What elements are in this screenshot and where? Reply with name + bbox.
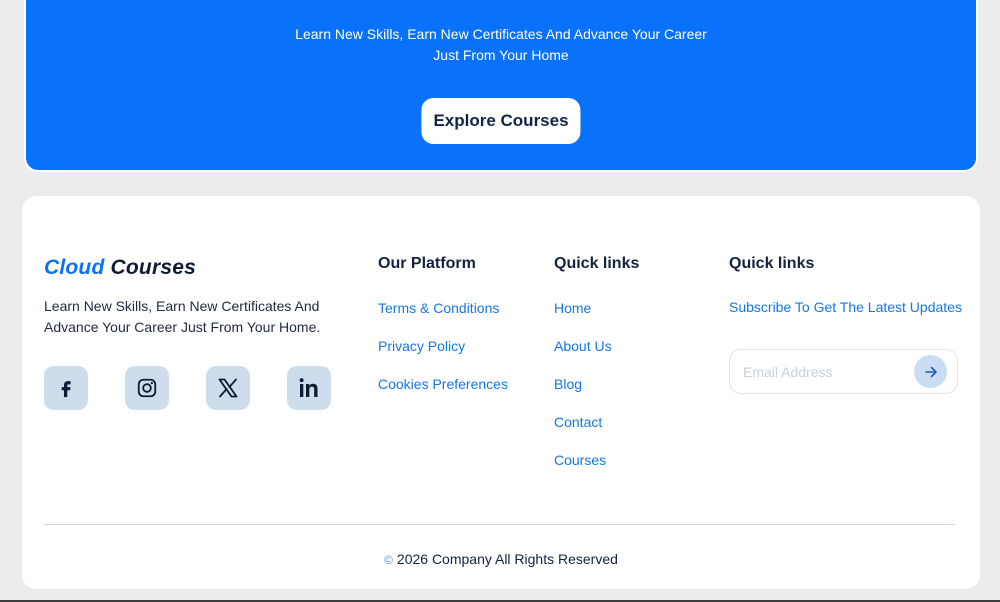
privacy-link[interactable]: Privacy Policy	[378, 337, 508, 355]
platform-title: Our Platform	[378, 255, 476, 272]
instagram-button[interactable]	[125, 366, 169, 410]
linkedin-button[interactable]	[287, 366, 331, 410]
footer-divider	[44, 524, 955, 525]
hero-heading-cropped	[496, 0, 505, 13]
brand-logo[interactable]: Cloud Courses	[44, 256, 196, 280]
platform-column: Our Platform Terms & Conditions Privacy …	[378, 255, 508, 413]
arrow-right-icon	[924, 366, 937, 377]
explore-courses-button[interactable]: Explore Courses	[421, 98, 581, 144]
about-link[interactable]: About Us	[554, 337, 639, 355]
contact-link[interactable]: Contact	[554, 413, 639, 431]
social-links	[44, 366, 331, 410]
footer: Cloud Courses Learn New Skills, Earn New…	[22, 196, 980, 589]
subscribe-title: Quick links	[729, 255, 815, 272]
instagram-icon	[137, 378, 157, 398]
brand-description: Learn New Skills, Earn New Certificates …	[44, 298, 321, 335]
blog-link[interactable]: Blog	[554, 375, 639, 393]
hero-banner: Learn New Skills, Earn New Certificates …	[24, 0, 978, 172]
email-form	[729, 349, 958, 394]
cookies-link[interactable]: Cookies Preferences	[378, 375, 508, 393]
courses-link[interactable]: Courses	[554, 451, 639, 469]
quick-links-title: Quick links	[554, 255, 640, 272]
subscribe-column: Quick links Subscribe To Get The Latest …	[729, 255, 969, 394]
copyright-icon: ©	[384, 553, 393, 567]
home-link[interactable]: Home	[554, 299, 639, 317]
x-twitter-icon	[218, 378, 238, 398]
copyright-text: 2026 Company All Rights Reserved	[396, 551, 618, 567]
hero-subtitle: Learn New Skills, Earn New Certificates …	[295, 26, 707, 63]
x-button[interactable]	[206, 366, 250, 410]
quick-links-column: Quick links Home About Us Blog Contact C…	[554, 255, 639, 489]
brand-name-cloud: Cloud	[44, 256, 105, 279]
brand-name-courses: Courses	[110, 256, 196, 279]
subscribe-text: Subscribe To Get The Latest Updates	[729, 299, 962, 315]
email-field[interactable]	[741, 362, 914, 381]
terms-link[interactable]: Terms & Conditions	[378, 299, 508, 317]
subscribe-submit-button[interactable]	[914, 355, 947, 388]
linkedin-icon	[299, 378, 318, 397]
facebook-button[interactable]	[44, 366, 88, 410]
facebook-icon	[61, 381, 71, 398]
copyright: © 2026 Company All Rights Reserved	[22, 551, 980, 567]
